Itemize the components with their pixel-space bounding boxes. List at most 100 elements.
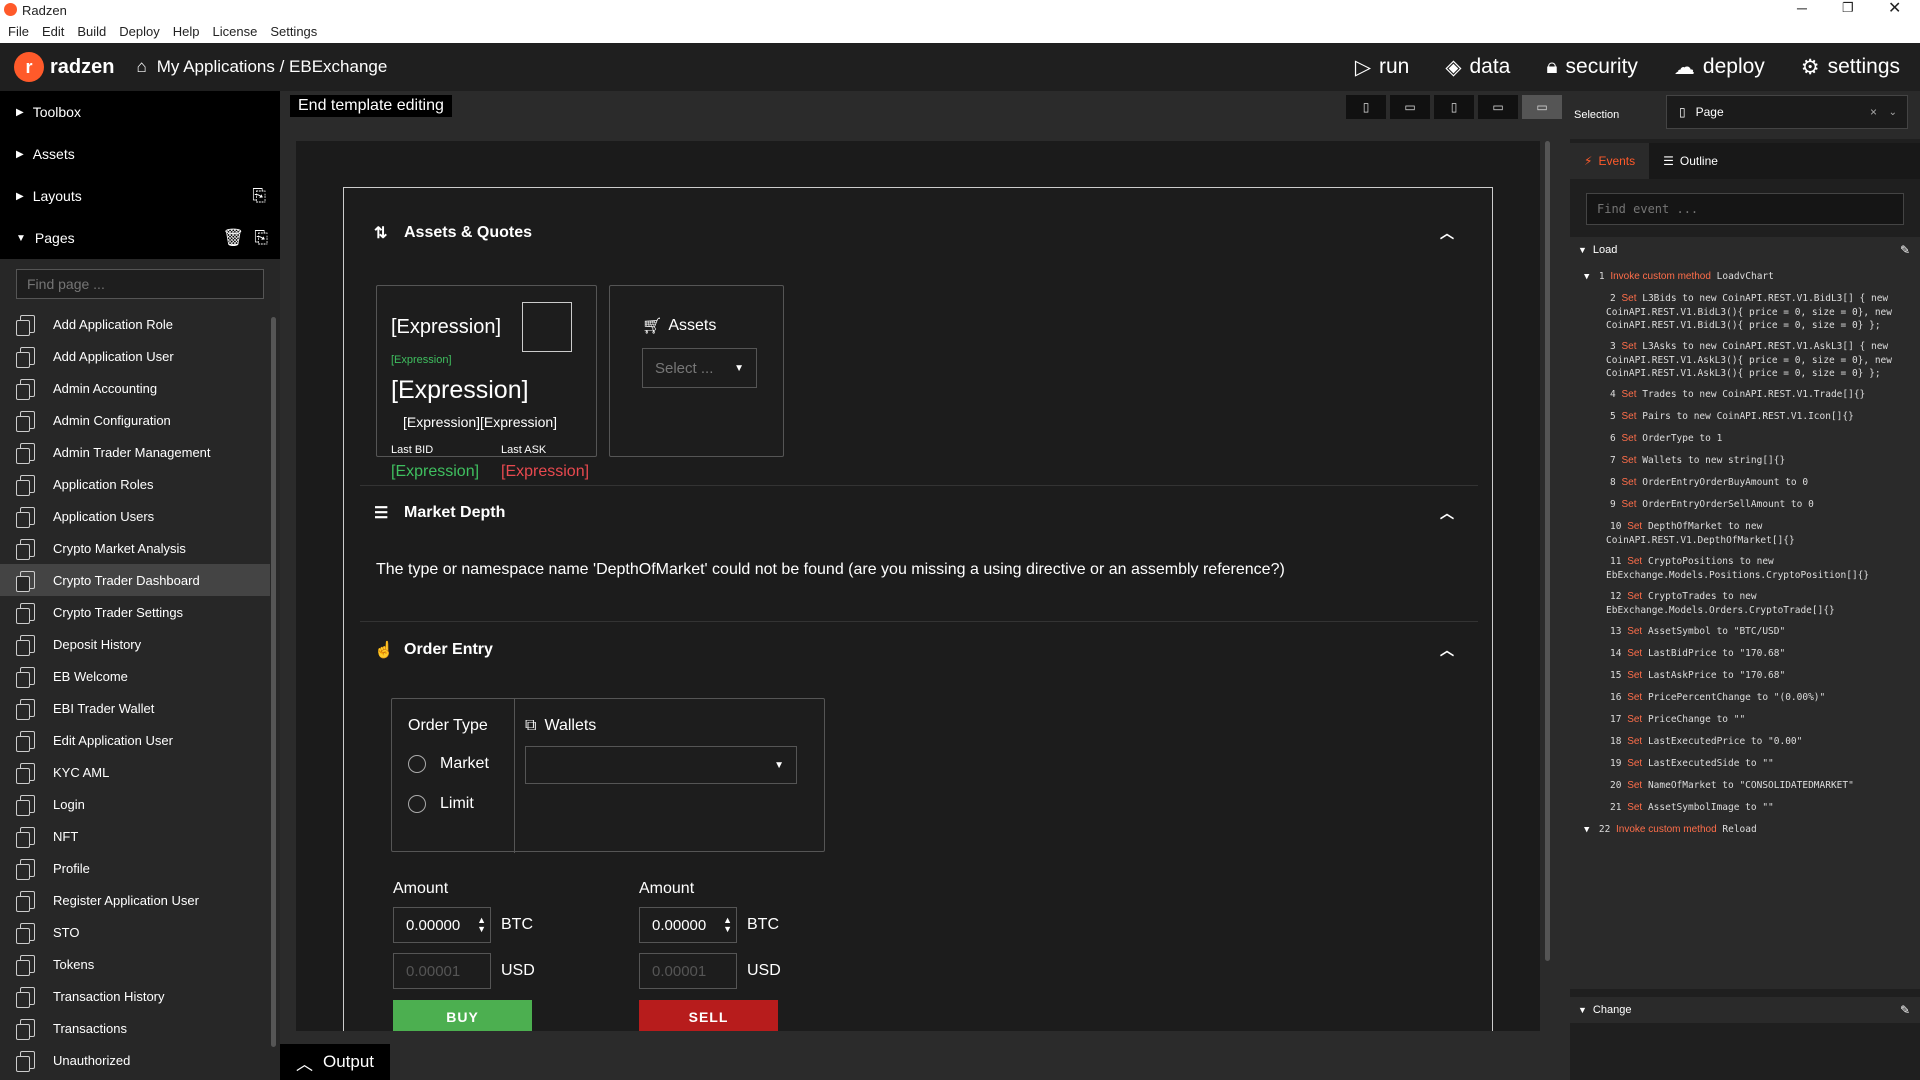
event-action-item[interactable]: 2 Set L3Bids to new CoinAPI.REST.V1.BidL…: [1570, 292, 1920, 332]
page-list-item[interactable]: Admin Trader Management: [0, 436, 270, 468]
device-phone-landscape-icon[interactable]: ▭: [1390, 95, 1430, 119]
limit-radio[interactable]: Limit: [408, 795, 474, 813]
stepper-icon[interactable]: ▲ ▼: [477, 916, 486, 934]
menu-build[interactable]: Build: [77, 24, 106, 39]
event-action-item[interactable]: ▼ 1 Invoke custom method LoadvChart: [1570, 270, 1920, 284]
page-list-item[interactable]: KYC AML: [0, 756, 270, 788]
close-icon[interactable]: ✕: [1888, 0, 1901, 18]
page-list-item[interactable]: Application Users: [0, 500, 270, 532]
event-load-header[interactable]: ▼ Load ✎: [1570, 237, 1920, 263]
sell-amount-usd-input[interactable]: 0.00001: [639, 953, 737, 989]
page-list-item[interactable]: Add Application User: [0, 340, 270, 372]
event-action-item[interactable]: 9 Set OrderEntryOrderSellAmount to 0: [1570, 498, 1920, 512]
event-action-item[interactable]: 19 Set LastExecutedSide to "": [1570, 757, 1920, 771]
breadcrumb-text[interactable]: My Applications / EBExchange: [157, 57, 388, 77]
page-list-item[interactable]: Add Application Role: [0, 308, 270, 340]
delete-page-icon[interactable]: 🗑︎: [222, 228, 244, 248]
buy-amount-btc-input[interactable]: 0.00000 ▲ ▼: [393, 907, 491, 943]
buy-amount-usd-input[interactable]: 0.00001: [393, 953, 491, 989]
event-action-item[interactable]: 11 Set CryptoPositions to new EbExchange…: [1570, 555, 1920, 582]
event-action-item[interactable]: 20 Set NameOfMarket to "CONSOLIDATEDMARK…: [1570, 779, 1920, 793]
wallets-dropdown[interactable]: ▼: [525, 746, 797, 784]
sell-amount-btc-input[interactable]: 0.00000 ▲ ▼: [639, 907, 737, 943]
event-action-item[interactable]: 13 Set AssetSymbol to "BTC/USD": [1570, 625, 1920, 639]
event-change-header[interactable]: ▼ Change ✎: [1570, 997, 1920, 1023]
page-list-scrollbar[interactable]: [271, 317, 276, 1047]
end-template-editing-button[interactable]: End template editing: [290, 95, 452, 117]
menu-help[interactable]: Help: [173, 24, 200, 39]
event-action-item[interactable]: 21 Set AssetSymbolImage to "": [1570, 801, 1920, 815]
page-list-item[interactable]: Profile: [0, 852, 270, 884]
chevron-down-icon[interactable]: ⌄: [1889, 107, 1897, 118]
data-button[interactable]: ◈ data: [1445, 55, 1510, 80]
page-list-item[interactable]: Register Application User: [0, 884, 270, 916]
page-list-item[interactable]: Unauthorized: [0, 1044, 270, 1076]
device-desktop-icon[interactable]: ▭: [1522, 95, 1562, 119]
market-depth-panel-header[interactable]: ☰ Market Depth ︿: [360, 488, 1478, 538]
breadcrumb[interactable]: ⌂ My Applications / EBExchange: [136, 57, 387, 77]
page-list-item[interactable]: Crypto Trader Settings: [0, 596, 270, 628]
run-button[interactable]: ▷ run: [1355, 55, 1410, 80]
page-list-item[interactable]: Admin Accounting: [0, 372, 270, 404]
output-tab[interactable]: ︿ Output: [280, 1044, 390, 1080]
event-action-item[interactable]: 4 Set Trades to new CoinAPI.REST.V1.Trad…: [1570, 388, 1920, 402]
chevron-up-icon[interactable]: ︿: [1440, 503, 1454, 523]
tab-outline[interactable]: ☰ Outline: [1649, 143, 1732, 179]
page-list-item[interactable]: Login: [0, 788, 270, 820]
section-layouts[interactable]: ▶ Layouts ⎘: [0, 175, 280, 217]
event-action-item[interactable]: 12 Set CryptoTrades to new EbExchange.Mo…: [1570, 590, 1920, 617]
menu-edit[interactable]: Edit: [42, 24, 64, 39]
menu-license[interactable]: License: [213, 24, 258, 39]
assets-dropdown[interactable]: Select ... ▼: [642, 348, 757, 388]
event-action-item[interactable]: 6 Set OrderType to 1: [1570, 432, 1920, 446]
section-assets[interactable]: ▶ Assets: [0, 133, 280, 175]
event-action-item[interactable]: 5 Set Pairs to new CoinAPI.REST.V1.Icon[…: [1570, 410, 1920, 424]
event-action-item[interactable]: 10 Set DepthOfMarket to new CoinAPI.REST…: [1570, 520, 1920, 547]
tab-events[interactable]: ⚡︎ Events: [1570, 143, 1650, 179]
buy-button[interactable]: BUY: [393, 1000, 532, 1031]
sell-button[interactable]: SELL: [639, 1000, 778, 1031]
market-radio[interactable]: Market: [408, 755, 489, 773]
page-list-item[interactable]: Admin Configuration: [0, 404, 270, 436]
event-action-item[interactable]: 7 Set Wallets to new string[]{}: [1570, 454, 1920, 468]
order-entry-panel-header[interactable]: ☝ Order Entry ︿: [360, 625, 1478, 675]
page-list-item[interactable]: STO: [0, 916, 270, 948]
page-list-item[interactable]: Crypto Market Analysis: [0, 532, 270, 564]
edit-icon[interactable]: ✎: [1900, 1003, 1910, 1017]
event-action-item[interactable]: 16 Set PricePercentChange to "(0.00%)": [1570, 691, 1920, 705]
page-list-item[interactable]: NFT: [0, 820, 270, 852]
device-phone-icon[interactable]: ▯: [1346, 95, 1386, 119]
menu-deploy[interactable]: Deploy: [119, 24, 159, 39]
event-action-item[interactable]: 3 Set L3Asks to new CoinAPI.REST.V1.AskL…: [1570, 340, 1920, 380]
stepper-icon[interactable]: ▲ ▼: [723, 916, 732, 934]
new-layout-icon[interactable]: ⎘: [252, 186, 266, 206]
page-list-item[interactable]: Crypto Trader Dashboard: [0, 564, 270, 596]
page-list-item[interactable]: Deposit History: [0, 628, 270, 660]
find-page-input[interactable]: [16, 269, 264, 299]
event-action-item[interactable]: ▼ 22 Invoke custom method Reload: [1570, 823, 1920, 837]
settings-button[interactable]: ⚙ settings: [1801, 55, 1900, 80]
section-pages[interactable]: ▼ Pages 🗑︎ ⎘: [0, 217, 280, 259]
chevron-up-icon[interactable]: ︿: [1440, 640, 1454, 660]
event-action-item[interactable]: 17 Set PriceChange to "": [1570, 713, 1920, 727]
new-page-icon[interactable]: ⎘: [254, 228, 268, 248]
canvas-scrollbar[interactable]: [1545, 141, 1550, 961]
page-list-item[interactable]: Transaction History: [0, 980, 270, 1012]
clear-icon[interactable]: ×: [1870, 105, 1877, 119]
event-action-item[interactable]: 18 Set LastExecutedPrice to "0.00": [1570, 735, 1920, 749]
page-list-item[interactable]: EBI Trader Wallet: [0, 692, 270, 724]
selection-dropdown[interactable]: ▯ Page × ⌄: [1666, 95, 1908, 129]
menu-file[interactable]: File: [8, 24, 29, 39]
page-list-item[interactable]: Edit Application User: [0, 724, 270, 756]
chevron-up-icon[interactable]: ︿: [1440, 223, 1454, 243]
page-list-item[interactable]: Application Roles: [0, 468, 270, 500]
menu-settings[interactable]: Settings: [270, 24, 317, 39]
minimize-icon[interactable]: ─: [1797, 0, 1807, 16]
device-tablet-icon[interactable]: ▯: [1434, 95, 1474, 119]
page-list-item[interactable]: Tokens: [0, 948, 270, 980]
deploy-button[interactable]: ☁ deploy: [1674, 55, 1765, 80]
device-laptop-icon[interactable]: ▭: [1478, 95, 1518, 119]
security-button[interactable]: 🔒︎ security: [1546, 55, 1638, 79]
section-toolbox[interactable]: ▶ Toolbox: [0, 91, 280, 133]
find-event-input[interactable]: [1586, 193, 1904, 225]
